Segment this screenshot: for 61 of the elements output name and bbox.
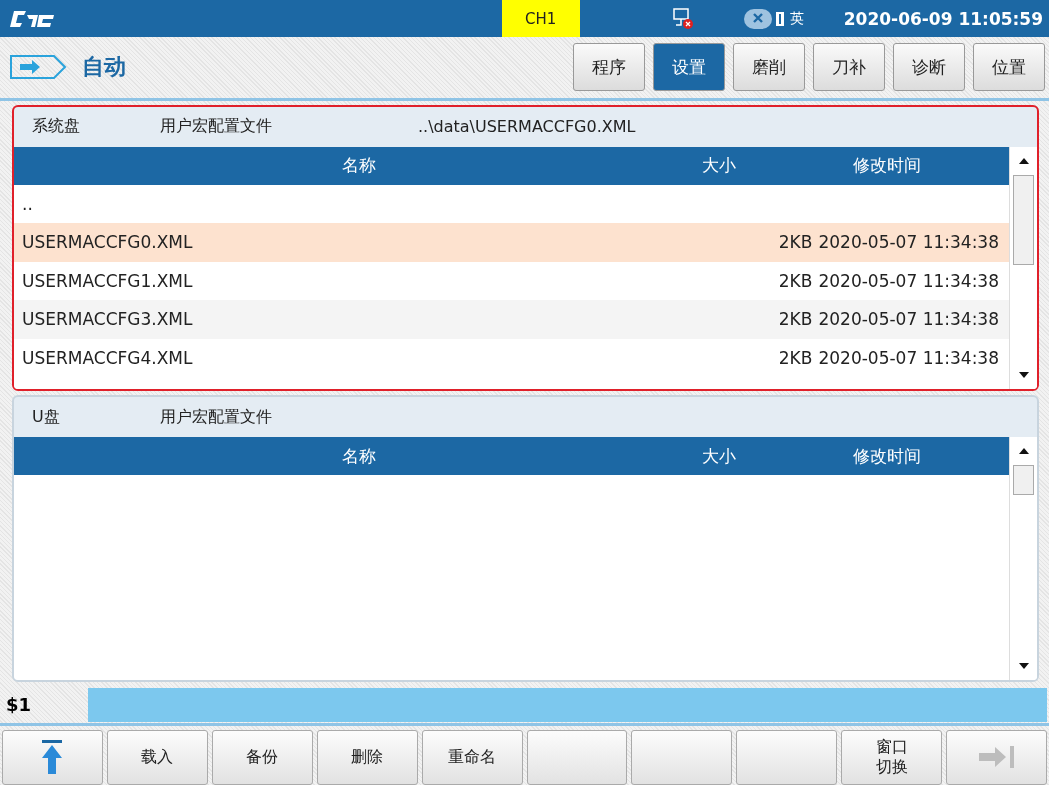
file-name: USERMACCFG0.XML bbox=[22, 232, 194, 253]
tab[interactable]: 诊断 bbox=[893, 43, 965, 92]
file-name: .. bbox=[22, 193, 34, 214]
file-name: USERMACCFG1.XML bbox=[22, 270, 194, 291]
file-size: 2KB bbox=[778, 232, 813, 253]
scroll-down-icon[interactable] bbox=[1016, 371, 1031, 380]
softkey-button[interactable]: 备份 bbox=[211, 730, 313, 785]
modified-time: 2020-05-07 11:34:38 bbox=[818, 347, 999, 368]
empty-softkey[interactable] bbox=[631, 730, 733, 785]
tab[interactable]: 刀补 bbox=[813, 43, 885, 92]
column-header: 大小 bbox=[701, 444, 737, 468]
tab[interactable]: 位置 bbox=[973, 43, 1045, 92]
file-size: 2KB bbox=[778, 309, 813, 330]
modified-time: 2020-05-07 11:34:38 bbox=[818, 270, 999, 291]
column-header: 修改时间 bbox=[851, 444, 922, 468]
softkey-button[interactable]: 重命名 bbox=[421, 730, 523, 785]
scrollbar[interactable] bbox=[1009, 437, 1037, 681]
arrow-right-to-bar-icon bbox=[978, 746, 1015, 769]
date-time: 2020-06-09 11:05:59 bbox=[843, 8, 1043, 29]
file-type-label: 用户宏配置文件 bbox=[160, 116, 273, 138]
file-size: 2KB bbox=[778, 270, 813, 291]
file-type-label: 用户宏配置文件 bbox=[160, 406, 273, 428]
softkey-button[interactable]: 删除 bbox=[316, 730, 418, 785]
command-prompt: $1 bbox=[5, 694, 33, 716]
scroll-thumb[interactable] bbox=[1013, 174, 1034, 265]
softkey-button[interactable]: 窗口切换 bbox=[841, 730, 943, 785]
file-size: 2KB bbox=[778, 347, 813, 368]
tab[interactable]: 设置 bbox=[653, 43, 725, 92]
file-row[interactable]: USERMACCFG0.XML 2KB 2020-05-07 11:34:38 bbox=[14, 223, 1009, 262]
file-row[interactable]: USERMACCFG3.XML 2KB 2020-05-07 11:34:38 bbox=[14, 300, 1009, 339]
channel-indicator: CH1 bbox=[501, 0, 580, 37]
scroll-up-icon[interactable] bbox=[1016, 156, 1031, 165]
softkey-button[interactable] bbox=[2, 730, 103, 785]
input-method-label: 英 bbox=[789, 9, 804, 28]
empty-softkey[interactable] bbox=[736, 730, 838, 785]
close-icon[interactable] bbox=[743, 7, 786, 30]
drive-label: U盘 bbox=[32, 406, 61, 428]
command-input[interactable] bbox=[88, 687, 1047, 722]
arrow-right-icon bbox=[10, 53, 68, 82]
scrollbar[interactable] bbox=[1009, 146, 1037, 390]
scroll-thumb[interactable] bbox=[1013, 465, 1034, 496]
column-header: 修改时间 bbox=[851, 154, 922, 178]
tab[interactable]: 磨削 bbox=[733, 43, 805, 92]
column-header: 名称 bbox=[341, 154, 377, 178]
file-name: USERMACCFG3.XML bbox=[22, 309, 194, 330]
softkey-button[interactable]: 载入 bbox=[106, 730, 208, 785]
arrow-up-to-top-icon bbox=[41, 740, 64, 775]
scroll-up-icon[interactable] bbox=[1016, 447, 1031, 456]
path-label: ..\data\USERMACCFG0.XML bbox=[418, 117, 636, 137]
modified-time: 2020-05-07 11:34:38 bbox=[818, 232, 999, 253]
column-header: 大小 bbox=[701, 154, 737, 178]
tab[interactable]: 程序 bbox=[573, 43, 645, 92]
network-error-icon bbox=[671, 7, 694, 30]
drive-label: 系统盘 bbox=[32, 116, 81, 138]
modified-time: 2020-05-07 11:34:38 bbox=[818, 309, 999, 330]
file-name: USERMACCFG4.XML bbox=[22, 347, 194, 368]
logo-icon bbox=[10, 9, 56, 28]
mode-label: 自动 bbox=[82, 53, 126, 82]
empty-softkey[interactable] bbox=[526, 730, 628, 785]
scroll-down-icon[interactable] bbox=[1016, 662, 1031, 671]
column-header: 名称 bbox=[341, 444, 377, 468]
